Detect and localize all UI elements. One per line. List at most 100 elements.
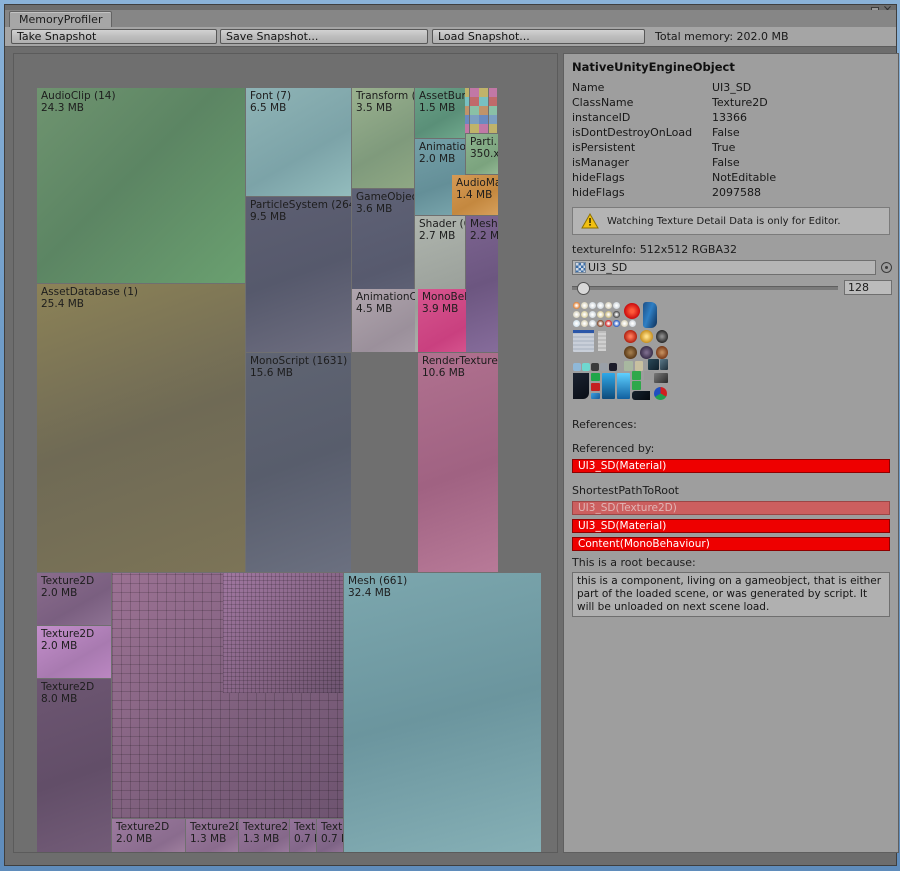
treemap-tile[interactable]: Parti...350.x — [466, 134, 498, 174]
treemap-tile[interactable]: Texture2D 2.0 MB — [112, 819, 185, 852]
atlas-sprite — [632, 381, 641, 390]
atlas-sprite — [598, 331, 606, 351]
atlas-sprite — [582, 363, 590, 371]
references-label: References: — [572, 418, 637, 431]
texture-name-label: UI3_SD — [588, 260, 628, 274]
treemap-tile-size: 6.5 MB — [250, 101, 287, 114]
texture-atlas-preview — [572, 301, 677, 404]
property-row: isManager False — [572, 155, 892, 170]
treemap-tile-size: 350.x — [470, 147, 498, 160]
mip-slider-knob[interactable] — [577, 281, 591, 295]
atlas-sprite — [589, 320, 596, 327]
treemap-tile-name: MonoScript (1631) — [250, 355, 348, 367]
shortest-path-item[interactable]: Content(MonoBehaviour) — [572, 537, 890, 551]
treemap-tile[interactable]: Text0.7 M — [317, 819, 343, 852]
atlas-sprite — [656, 330, 668, 343]
take-snapshot-button[interactable]: Take Snapshot — [11, 29, 217, 44]
treemap-tile-size: 1.5 MB — [419, 101, 456, 114]
atlas-sprite — [635, 361, 643, 371]
atlas-sprite — [591, 363, 599, 371]
property-key: isPersistent — [572, 141, 636, 154]
atlas-sprite — [643, 302, 657, 328]
tab-memoryprofiler[interactable]: MemoryProfiler — [9, 11, 113, 28]
treemap-tile-name: Font (7) — [250, 90, 292, 102]
save-snapshot-button[interactable]: Save Snapshot... — [220, 29, 428, 44]
treemap-pane[interactable]: AudioClip (14) 24.3 MB AssetDatabase (1) 25… — [13, 53, 558, 853]
shortest-path-label: ShortestPathToRoot — [572, 484, 679, 497]
memory-treemap[interactable]: AudioClip (14) 24.3 MB AssetDatabase (1) 25… — [37, 88, 541, 852]
treemap-tile-name: AssetBundl... — [419, 90, 465, 102]
treemap-tile[interactable]: Textu0.7 M — [290, 819, 316, 852]
atlas-sprite — [573, 311, 580, 318]
treemap-tile-name: Text — [321, 821, 343, 833]
mip-slider-row[interactable]: 128 — [572, 280, 892, 295]
treemap-tile-size: 3.6 MB — [356, 202, 393, 215]
treemap-tile-name: AssetDatabase (1) — [41, 286, 139, 298]
property-row: hideFlags 2097588 — [572, 185, 892, 200]
atlas-sprite — [613, 311, 620, 318]
treemap-tile[interactable]: AssetDatabase (1) 25.4 MB — [37, 284, 245, 572]
treemap-tile-size: 2.0 MB — [419, 152, 456, 165]
treemap-tile[interactable]: MeshRende...2.2 MB — [466, 216, 498, 352]
shortest-path-item[interactable]: UI3_SD(Texture2D) — [572, 501, 890, 515]
root-reason-text: this is a component, living on a gameobj… — [572, 572, 890, 617]
atlas-sprite — [600, 363, 608, 371]
treemap-tile-name: Parti... — [470, 136, 498, 148]
window-inner: MemoryProfiler Take Snapshot Save Snapsh… — [4, 4, 899, 866]
shortest-path-item[interactable]: UI3_SD(Material) — [572, 519, 890, 533]
treemap-tile[interactable]: Texture2D1.3 MB — [239, 819, 289, 852]
atlas-sprite — [621, 320, 628, 327]
object-picker-icon[interactable] — [881, 262, 892, 273]
texture-mosaic-group[interactable] — [223, 573, 343, 693]
atlas-sprite — [597, 311, 604, 318]
atlas-sprite — [624, 346, 637, 359]
mip-slider-value[interactable]: 128 — [844, 280, 892, 295]
treemap-tile[interactable]: AssetBundl...1.5 MB — [415, 88, 465, 138]
treemap-tile[interactable]: Texture2D 8.0 MB — [37, 679, 111, 852]
atlas-sprite — [602, 373, 615, 399]
treemap-tile[interactable]: ParticleSystem (264) 9.5 MB — [246, 197, 351, 352]
treemap-tile[interactable]: AudioClip (14) 24.3 MB — [37, 88, 245, 283]
mip-slider-track[interactable] — [572, 281, 838, 295]
atlas-sprite — [632, 391, 650, 400]
treemap-tile-size: 1.3 MB — [243, 832, 280, 845]
shortest-path-list: UI3_SD(Texture2D) UI3_SD(Material) Content… — [572, 501, 892, 551]
warning-text: Watching Texture Detail Data is only for… — [607, 215, 841, 227]
treemap-tile-name: AudioManage... — [456, 177, 498, 189]
treemap-tile[interactable]: RenderTexture (4)10.6 MB — [418, 353, 498, 572]
treemap-tile-size: 9.5 MB — [250, 210, 287, 223]
treemap-tile-size: 8.0 MB — [41, 692, 78, 705]
property-key: Name — [572, 81, 605, 94]
warning-box: Watching Texture Detail Data is only for… — [572, 207, 890, 235]
treemap-tile[interactable]: Font (7) 6.5 MB — [246, 88, 351, 196]
property-key: ClassName — [572, 96, 634, 109]
property-value: True — [712, 141, 736, 154]
property-key: hideFlags — [572, 186, 625, 199]
treemap-tile[interactable]: Texture2D 2.0 MB — [37, 573, 111, 625]
inspector-title: NativeUnityEngineObject — [572, 60, 735, 74]
treemap-tile[interactable]: Transform (1...3.5 MB — [352, 88, 414, 188]
treemap-tile-size: 2.0 MB — [41, 586, 78, 599]
atlas-sprite — [581, 302, 588, 309]
treemap-tile[interactable]: MonoScript (1631) 15.6 MB — [246, 353, 351, 572]
treemap-tile-name: Texture2D — [243, 821, 289, 833]
atlas-sprite — [573, 302, 580, 309]
treemap-tile[interactable]: Texture2D1.3 MB — [186, 819, 238, 852]
atlas-sprite — [660, 359, 668, 370]
treemap-tile-name: Textu — [294, 821, 316, 833]
atlas-sprite — [617, 373, 630, 399]
treemap-tile[interactable]: Texture2D 2.0 MB — [37, 626, 111, 678]
treemap-tile-size: 2.7 MB — [419, 229, 456, 242]
referenced-by-item[interactable]: UI3_SD(Material) — [572, 459, 890, 473]
atlas-sprite — [591, 393, 600, 399]
load-snapshot-button[interactable]: Load Snapshot... — [432, 29, 645, 44]
property-row: Name UI3_SD — [572, 80, 892, 95]
property-key: isDontDestroyOnLoad — [572, 126, 693, 139]
treemap-tile[interactable]: AudioManage...1.4 MB — [452, 175, 498, 215]
root-reason-label: This is a root because: — [572, 556, 696, 569]
texture-object-field[interactable]: UI3_SD — [572, 260, 876, 275]
treemap-tile[interactable]: Mesh (661) 32.4 MB — [344, 573, 541, 852]
atlas-sprite — [629, 320, 636, 327]
treemap-tile[interactable]: AnimationClip (162)4.5 MB — [352, 289, 417, 352]
atlas-sprite — [589, 311, 596, 318]
